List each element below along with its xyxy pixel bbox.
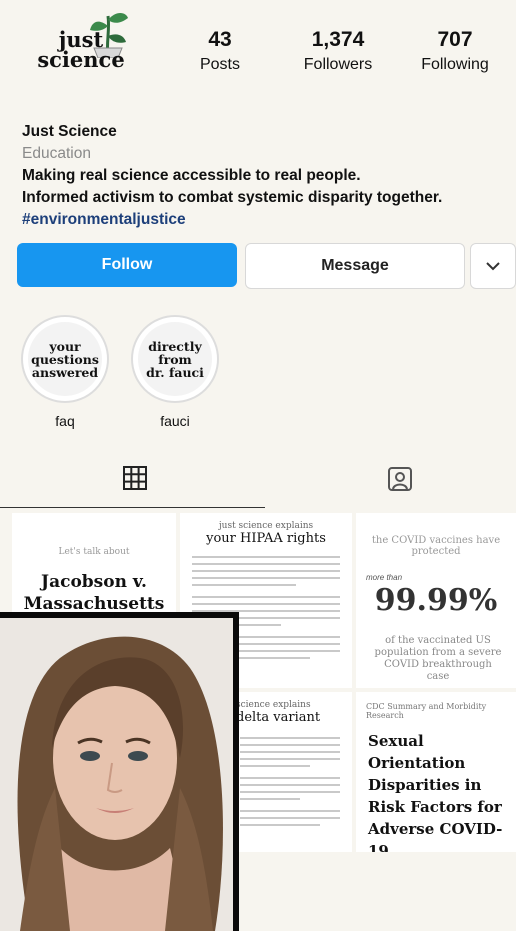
posts-label: Posts xyxy=(199,56,240,73)
post-title: Sexual Orientation Disparities in Risk F… xyxy=(368,732,503,852)
profile-category: Education xyxy=(22,145,91,162)
bio-line-1: Making real science accessible to real p… xyxy=(22,167,361,184)
tab-grid[interactable] xyxy=(122,465,148,496)
follow-button[interactable]: Follow xyxy=(17,243,237,287)
post-big-number: 99.99% xyxy=(374,583,498,618)
highlight-faq[interactable]: your questions answered faq xyxy=(20,315,110,429)
post-caption: of the vaccinated US population from a s… xyxy=(374,635,502,682)
highlight-cover-text: directly from dr. fauci xyxy=(138,322,212,396)
chevron-down-icon xyxy=(486,262,500,271)
active-tab-indicator xyxy=(0,507,265,508)
highlight-cover: your questions answered xyxy=(21,315,109,403)
post-vaccine-stat[interactable]: the COVID vaccines have protected more t… xyxy=(356,513,516,688)
bio-line-2: Informed activism to combat systemic dis… xyxy=(22,189,443,206)
post-kicker: science explains xyxy=(236,700,311,710)
following-label: Following xyxy=(421,56,489,73)
followers-label: Followers xyxy=(303,56,373,73)
post-kicker: just science explains xyxy=(218,521,314,531)
highlight-cover: directly from dr. fauci xyxy=(131,315,219,403)
post-kicker: CDC Summary and Morbidity Research xyxy=(366,702,487,720)
highlight-fauci[interactable]: directly from dr. fauci fauci xyxy=(130,315,220,429)
logo-wordmark: just science xyxy=(37,27,125,72)
post-kicker: the COVID vaccines have protected xyxy=(371,535,501,557)
highlight-label: fauci xyxy=(160,413,190,429)
post-title: your HIPAA rights xyxy=(206,531,326,546)
more-options-button[interactable] xyxy=(470,243,516,289)
grid-icon xyxy=(123,466,147,490)
post-more-than: more than xyxy=(366,573,403,582)
post-sexual-orientation[interactable]: CDC Summary and Morbidity Research Sexua… xyxy=(356,692,516,852)
followers-count[interactable]: 1,374 Followers xyxy=(283,28,393,74)
profile-bio: Just Science Education Making real scien… xyxy=(22,121,502,231)
post-title: delta variant xyxy=(236,710,321,725)
post-kicker: Let's talk about xyxy=(58,547,130,557)
followers-number: 1,374 xyxy=(311,28,365,51)
portrait-photo xyxy=(0,618,233,931)
profile-avatar-logo[interactable]: just science xyxy=(22,8,142,78)
highlight-cover-text: your questions answered xyxy=(28,322,102,396)
posts-number: 43 xyxy=(208,28,232,51)
post-body-text xyxy=(240,732,340,831)
following-count[interactable]: 707 Following xyxy=(400,28,510,74)
overlay-photo-frame xyxy=(0,612,239,931)
highlight-label: faq xyxy=(55,413,75,429)
post-title: Jacobson v. Massachusetts xyxy=(23,572,165,614)
message-button[interactable]: Message xyxy=(245,243,465,289)
posts-count[interactable]: 43 Posts xyxy=(165,28,275,74)
tab-tagged[interactable] xyxy=(386,465,414,498)
portrait-image xyxy=(0,618,233,931)
following-number: 707 xyxy=(437,28,473,51)
profile-name: Just Science xyxy=(22,123,117,140)
hashtag-link[interactable]: #environmentaljustice xyxy=(22,209,502,231)
tagged-person-icon xyxy=(388,467,412,491)
